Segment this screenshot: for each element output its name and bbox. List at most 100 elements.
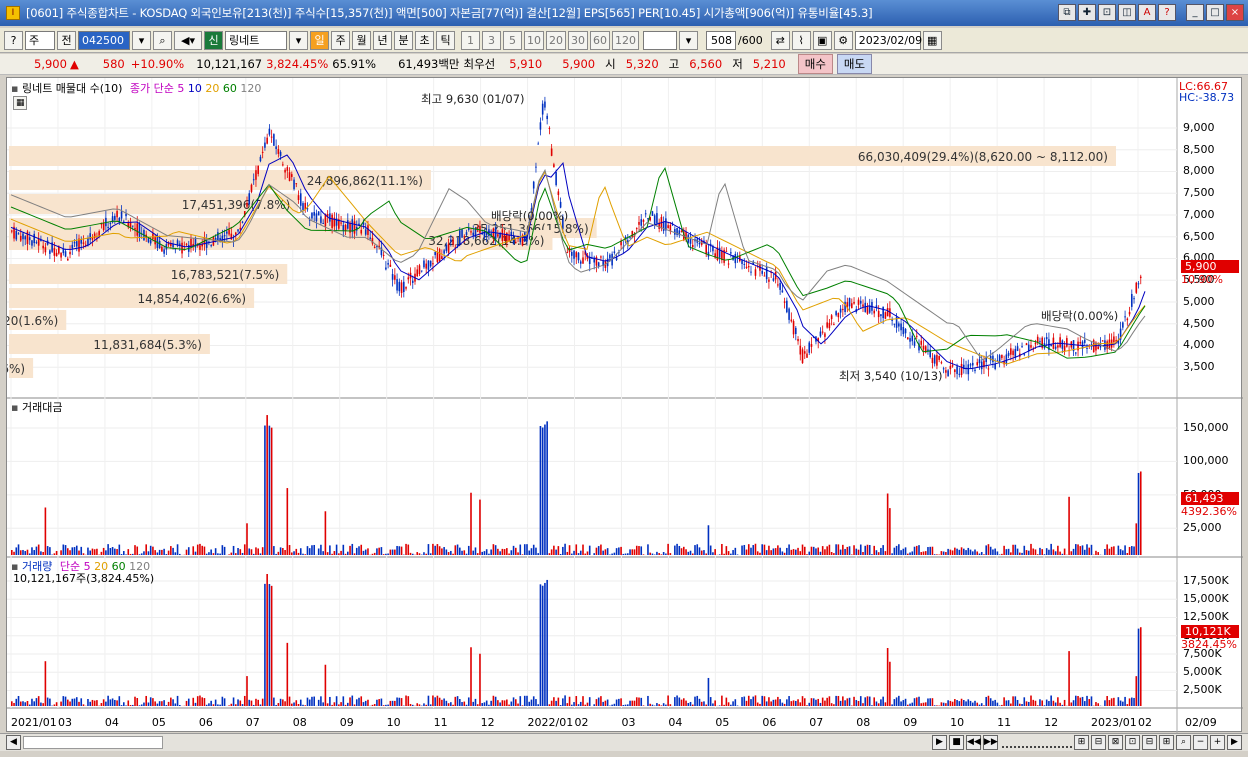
stock-dropdown-icon[interactable]: ▾: [289, 30, 308, 50]
volume-bar: [582, 696, 584, 706]
split-button[interactable]: ◫: [1118, 4, 1136, 21]
price-candle: [535, 166, 537, 168]
custom-step-input[interactable]: [643, 30, 677, 50]
search-icon[interactable]: ⌕: [153, 30, 172, 50]
step-30[interactable]: 30: [568, 30, 588, 50]
amount-bar: [1081, 545, 1084, 555]
volume-bar: [967, 699, 970, 706]
plus-icon[interactable]: +: [1210, 735, 1225, 750]
play-icon[interactable]: ▶: [932, 735, 947, 750]
pin-icon[interactable]: ?: [4, 30, 23, 50]
period-second[interactable]: 초: [415, 30, 434, 50]
minimize-button[interactable]: _: [1186, 4, 1204, 21]
minus-icon[interactable]: −: [1193, 735, 1208, 750]
scroll-thumb[interactable]: [23, 736, 163, 749]
speed-slider[interactable]: [1002, 738, 1072, 748]
data-count-input[interactable]: 508: [706, 30, 736, 50]
maximize-button[interactable]: □: [1206, 4, 1224, 21]
grid-toggle-icon[interactable]: ▦: [13, 96, 27, 110]
volume-bar: [1007, 700, 1010, 706]
tool-4-icon[interactable]: ⊟: [1142, 735, 1157, 750]
amount-bar: [73, 547, 76, 555]
amount-bar: [642, 554, 645, 555]
step-120[interactable]: 120: [612, 30, 639, 50]
step-5[interactable]: 5: [503, 30, 522, 50]
tool-1-icon[interactable]: ⊟: [1091, 735, 1106, 750]
stock-name-field[interactable]: 링네트: [225, 30, 287, 50]
chart-area[interactable]: 66,030,409(29.4%)(8,620.00 ~ 8,112.00) 24…: [6, 77, 1243, 733]
forward-icon[interactable]: ▶▶: [983, 735, 998, 750]
amount-bar: [163, 548, 165, 555]
date-input[interactable]: 2023/02/09: [854, 30, 922, 50]
rewind-icon[interactable]: ◀◀: [966, 735, 981, 750]
volume-bar: [855, 700, 858, 706]
volume-bar: [1052, 700, 1055, 706]
period-type-select[interactable]: 주: [25, 30, 55, 50]
step-10[interactable]: 10: [524, 30, 544, 50]
amount-bar: [282, 548, 284, 555]
scroll-left-icon[interactable]: ◀: [6, 735, 21, 750]
period-tick[interactable]: 틱: [436, 30, 455, 50]
tool-arrow-icon[interactable]: ⇄: [770, 30, 790, 50]
buy-button[interactable]: 매수: [797, 54, 833, 74]
step-60[interactable]: 60: [590, 30, 610, 50]
volume-bar: [26, 700, 29, 706]
chart-canvas[interactable]: 66,030,409(29.4%)(8,620.00 ~ 8,112.00) 24…: [7, 78, 1243, 733]
amount-bar: [577, 553, 580, 555]
price-candle: [559, 201, 562, 208]
speaker-icon[interactable]: ◀▾: [174, 30, 202, 50]
tool-chart-icon[interactable]: ⌇: [791, 30, 811, 50]
volume-bar: [1025, 701, 1028, 706]
help-button[interactable]: ?: [1158, 4, 1176, 21]
volume-bar: [555, 700, 557, 706]
settings-icon[interactable]: ⚙: [833, 30, 853, 50]
amount-bar: [248, 548, 251, 555]
step-1[interactable]: 1: [461, 30, 480, 50]
close-button[interactable]: ×: [1226, 4, 1244, 21]
price-candle: [293, 179, 295, 190]
add-button[interactable]: ✚: [1078, 4, 1096, 21]
tool-5-icon[interactable]: ⊞: [1159, 735, 1174, 750]
step-20[interactable]: 20: [546, 30, 566, 50]
bottom-scrollbar[interactable]: ◀ ▶ ■ ◀◀ ▶▶ ⊞ ⊟ ⊠ ⊡ ⊟ ⊞ ⌕ − + ▶: [0, 733, 1248, 751]
zoom-tool-icon[interactable]: ⊞: [1074, 735, 1089, 750]
layout-button[interactable]: ⊡: [1098, 4, 1116, 21]
scroll-right-icon[interactable]: ▶: [1227, 735, 1242, 750]
dropdown-icon[interactable]: ▾: [132, 30, 151, 50]
price-candle: [64, 251, 67, 257]
amount-bar: [205, 553, 208, 555]
period-month[interactable]: 월: [352, 30, 371, 50]
sell-button[interactable]: 매도: [836, 54, 873, 74]
amount-bar: [373, 552, 376, 555]
stock-code-input[interactable]: 042500: [78, 30, 130, 50]
amount-bar: [747, 544, 750, 555]
prev-button[interactable]: 전: [57, 30, 76, 50]
amount-bar: [736, 554, 739, 555]
price-candle: [411, 280, 414, 283]
calendar-icon[interactable]: ▦: [922, 30, 942, 50]
volume-bar: [674, 697, 676, 706]
tool-2-icon[interactable]: ⊠: [1108, 735, 1123, 750]
zoom-out-icon[interactable]: ⌕: [1176, 735, 1191, 750]
amount-bar: [871, 554, 873, 555]
price-candle: [546, 115, 548, 120]
volume-bar: [564, 695, 566, 706]
step-3[interactable]: 3: [482, 30, 501, 50]
period-day[interactable]: 일: [310, 30, 329, 50]
period-week[interactable]: 주: [331, 30, 350, 50]
amount-bar: [821, 546, 824, 555]
pause-icon[interactable]: ■: [949, 735, 964, 750]
tool-3-icon[interactable]: ⊡: [1125, 735, 1140, 750]
font-button[interactable]: A: [1138, 4, 1156, 21]
custom-step-dropdown[interactable]: ▾: [679, 30, 698, 50]
volume-bar: [291, 703, 293, 706]
period-minute[interactable]: 분: [394, 30, 413, 50]
volume-bar: [963, 700, 965, 706]
window-title: [0601] 주식종합차트 - KOSDAQ 외국인보유[213(천)] 주식수…: [26, 6, 873, 20]
link-window-button[interactable]: ⧉: [1058, 4, 1076, 21]
amount-bar: [13, 551, 15, 555]
amount-bar: [429, 553, 432, 555]
period-year[interactable]: 년: [373, 30, 392, 50]
save-icon[interactable]: ▣: [812, 30, 832, 50]
price-candle: [857, 299, 860, 305]
